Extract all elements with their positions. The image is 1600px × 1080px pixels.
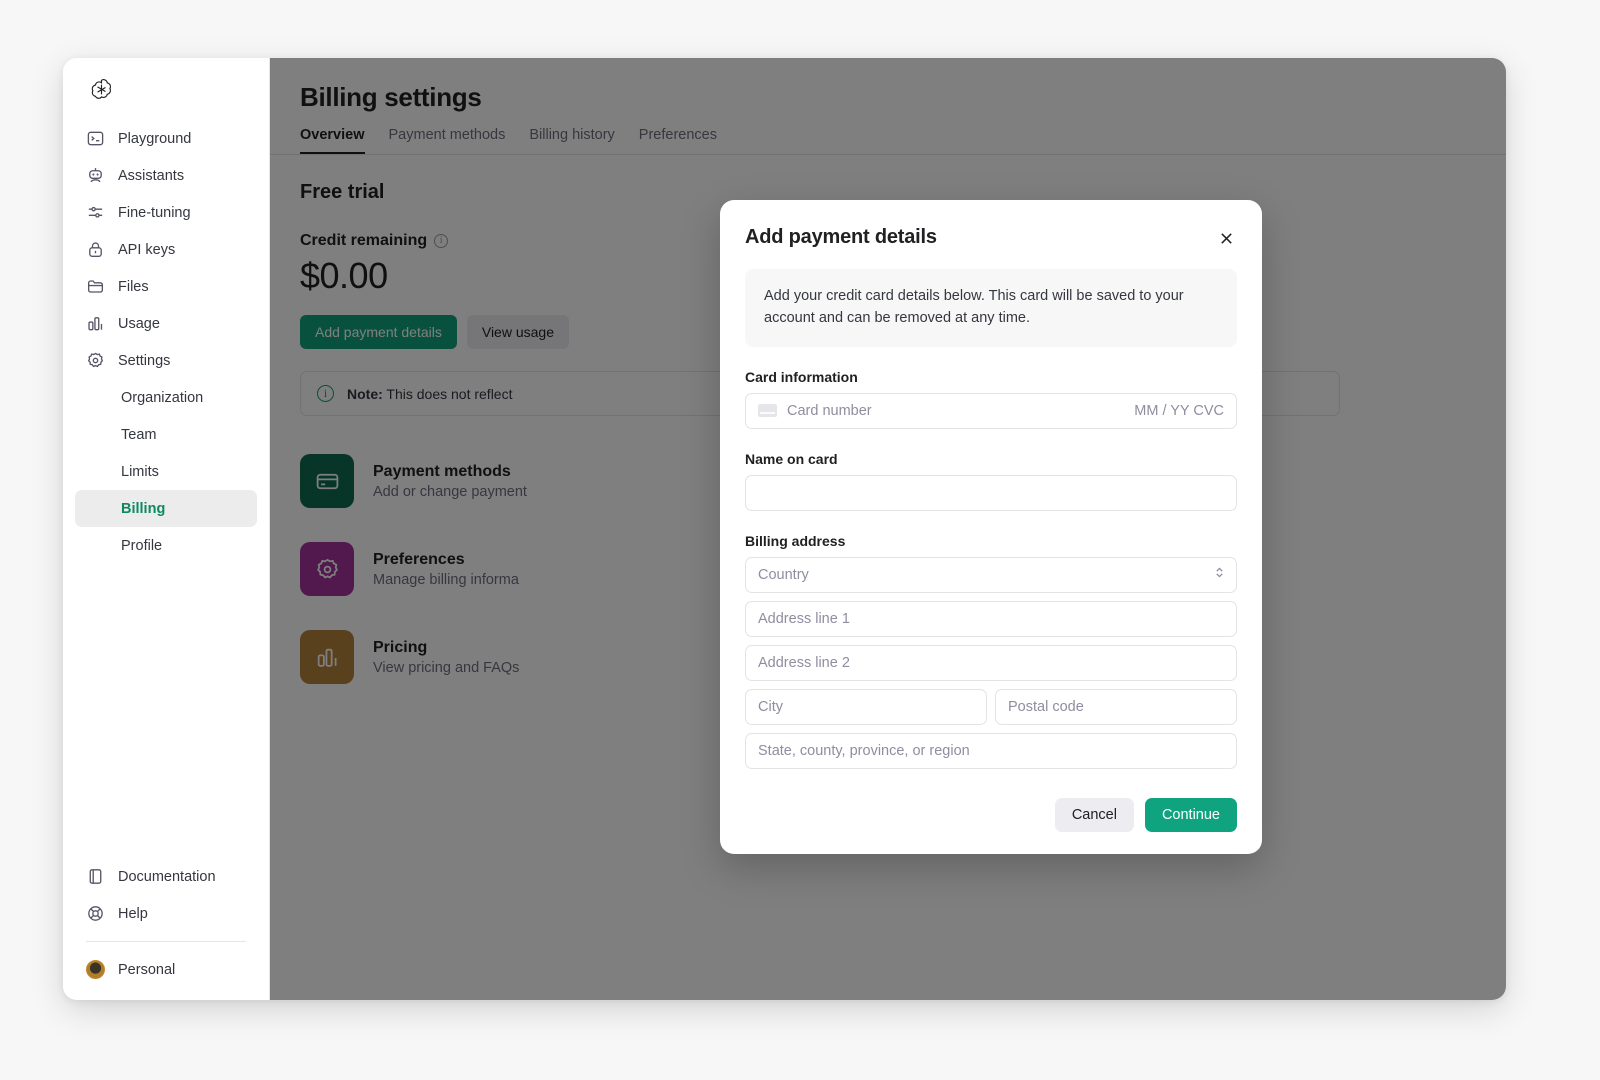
playground-icon bbox=[86, 129, 105, 148]
sidebar-item-label: Files bbox=[118, 278, 149, 295]
postal-code-input[interactable] bbox=[995, 688, 1237, 725]
sidebar-item-label: Profile bbox=[121, 537, 163, 554]
address-line-1-input[interactable] bbox=[745, 600, 1237, 637]
sidebar-item-label: Playground bbox=[118, 130, 192, 147]
country-select-wrap bbox=[745, 556, 1237, 593]
gear-icon bbox=[86, 351, 105, 370]
sidebar-item-label: Assistants bbox=[118, 167, 185, 184]
sidebar-item-api-keys[interactable]: API keys bbox=[75, 231, 257, 268]
sidebar-item-documentation[interactable]: Documentation bbox=[75, 858, 257, 895]
sidebar-item-account[interactable]: Personal bbox=[75, 951, 257, 988]
sidebar-item-label: Team bbox=[121, 426, 157, 443]
city-input[interactable] bbox=[745, 688, 987, 725]
avatar bbox=[86, 960, 105, 979]
sidebar-item-settings[interactable]: Settings bbox=[75, 342, 257, 379]
add-payment-details-dialog: Add payment details Add your credit card… bbox=[720, 200, 1262, 854]
cancel-button[interactable]: Cancel bbox=[1054, 797, 1134, 832]
sidebar-item-label: Personal bbox=[118, 961, 176, 978]
continue-button[interactable]: Continue bbox=[1144, 797, 1237, 832]
sidebar-item-label: Billing bbox=[121, 500, 166, 517]
sidebar-item-label: Organization bbox=[121, 389, 204, 406]
sidebar-item-label: Limits bbox=[121, 463, 159, 480]
billing-address-label: Billing address bbox=[745, 532, 846, 549]
sidebar-nav-main: Playground Assistants Fine-tuning API ke… bbox=[75, 120, 257, 564]
name-on-card-input[interactable] bbox=[745, 474, 1237, 511]
city-postal-row bbox=[745, 688, 1237, 725]
lifebuoy-icon bbox=[86, 904, 105, 923]
lock-icon bbox=[86, 240, 105, 259]
state-region-input[interactable] bbox=[745, 732, 1237, 769]
book-icon bbox=[86, 867, 105, 886]
sidebar-item-profile[interactable]: Profile bbox=[75, 527, 257, 564]
dialog-description: Add your credit card details below. This… bbox=[745, 269, 1237, 347]
close-icon[interactable] bbox=[1215, 227, 1237, 249]
sidebar-item-organization[interactable]: Organization bbox=[75, 379, 257, 416]
app-window: Playground Assistants Fine-tuning API ke… bbox=[63, 58, 1506, 1000]
sidebar-item-label: Usage bbox=[118, 315, 160, 332]
assistants-robot-icon bbox=[86, 166, 105, 185]
openai-logo-icon bbox=[91, 78, 112, 99]
sidebar-divider bbox=[86, 941, 246, 942]
brand-logo[interactable] bbox=[75, 58, 257, 120]
card-information-label: Card information bbox=[745, 368, 858, 385]
sidebar-footer: Documentation Help Personal bbox=[75, 858, 257, 1000]
bar-chart-icon bbox=[86, 314, 105, 333]
sidebar-item-label: Help bbox=[118, 905, 148, 922]
sidebar-item-label: API keys bbox=[118, 241, 176, 258]
sidebar-item-help[interactable]: Help bbox=[75, 895, 257, 932]
fine-tuning-sliders-icon bbox=[86, 203, 105, 222]
address-line-2-input[interactable] bbox=[745, 644, 1237, 681]
card-number-input[interactable] bbox=[787, 402, 1125, 419]
sidebar-item-usage[interactable]: Usage bbox=[75, 305, 257, 342]
sidebar-item-fine-tuning[interactable]: Fine-tuning bbox=[75, 194, 257, 231]
sidebar-item-assistants[interactable]: Assistants bbox=[75, 157, 257, 194]
sidebar-item-files[interactable]: Files bbox=[75, 268, 257, 305]
name-on-card-label: Name on card bbox=[745, 450, 838, 467]
card-information-field[interactable]: MM / YY CVC bbox=[745, 392, 1237, 429]
billing-address-fields bbox=[745, 556, 1237, 769]
dialog-title: Add payment details bbox=[745, 226, 937, 248]
dialog-actions: Cancel Continue bbox=[745, 797, 1237, 832]
sidebar-item-label: Fine-tuning bbox=[118, 204, 191, 221]
sidebar-item-label: Documentation bbox=[118, 868, 216, 885]
main-content: Billing settings Overview Payment method… bbox=[270, 58, 1506, 1000]
credit-card-icon bbox=[758, 404, 777, 417]
card-expiry-cvc-hint: MM / YY CVC bbox=[1134, 402, 1224, 419]
sidebar: Playground Assistants Fine-tuning API ke… bbox=[63, 58, 270, 1000]
sidebar-item-playground[interactable]: Playground bbox=[75, 120, 257, 157]
sidebar-item-limits[interactable]: Limits bbox=[75, 453, 257, 490]
sidebar-item-label: Settings bbox=[118, 352, 171, 369]
country-select[interactable] bbox=[745, 556, 1237, 593]
modal-overlay[interactable]: Add payment details Add your credit card… bbox=[270, 58, 1506, 1000]
sidebar-item-billing[interactable]: Billing bbox=[75, 490, 257, 527]
dialog-header: Add payment details bbox=[745, 226, 1237, 249]
folder-icon bbox=[86, 277, 105, 296]
sidebar-item-team[interactable]: Team bbox=[75, 416, 257, 453]
